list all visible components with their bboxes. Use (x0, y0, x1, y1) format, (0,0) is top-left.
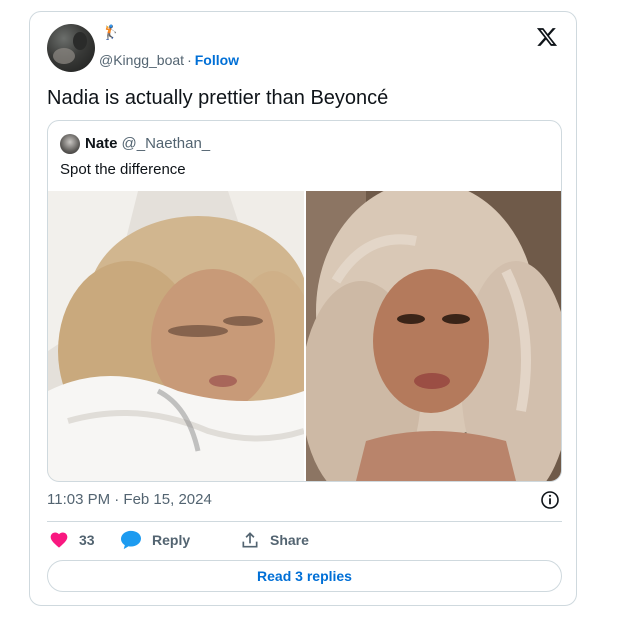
author-avatar[interactable] (47, 24, 95, 72)
like-button[interactable]: 33 (49, 530, 95, 550)
quoted-author-row: Nate @_Naethan_ (85, 135, 210, 153)
share-icon (242, 532, 258, 548)
read-replies-button[interactable]: Read 3 replies (47, 560, 562, 592)
divider (47, 521, 562, 522)
photo-right[interactable] (306, 191, 561, 481)
author-handle[interactable]: @Kingg_boat (99, 52, 184, 68)
reply-button[interactable]: Reply (120, 530, 190, 550)
reply-label: Reply (152, 532, 191, 548)
photo-left[interactable] (48, 191, 304, 481)
quoted-text: Spot the difference (60, 161, 186, 178)
tweet-timestamp[interactable]: 11:03 PM · Feb 15, 2024 (47, 490, 212, 510)
quoted-avatar[interactable] (60, 134, 80, 154)
x-logo-icon[interactable] (536, 26, 558, 48)
quoted-tweet[interactable]: Nate @_Naethan_ Spot the difference (47, 120, 562, 482)
reply-bubble-icon (121, 530, 141, 550)
quoted-handle: @_Naethan_ (121, 135, 211, 152)
golfer-emoji-icon: 🏌️ (102, 24, 120, 40)
info-icon[interactable] (540, 490, 560, 510)
like-count: 33 (79, 532, 95, 548)
heart-icon (50, 532, 68, 548)
follow-button[interactable]: Follow (195, 52, 239, 68)
tweet-text: Nadia is actually prettier than Beyoncé (47, 87, 389, 109)
share-button[interactable]: Share (240, 530, 309, 550)
author-row: @Kingg_boat · Follow (99, 51, 239, 69)
tweet-card: 🏌️ @Kingg_boat · Follow Nadia is actually … (29, 11, 577, 606)
separator-dot: · (187, 52, 192, 68)
quoted-name: Nate (85, 135, 118, 152)
share-label: Share (270, 532, 309, 548)
